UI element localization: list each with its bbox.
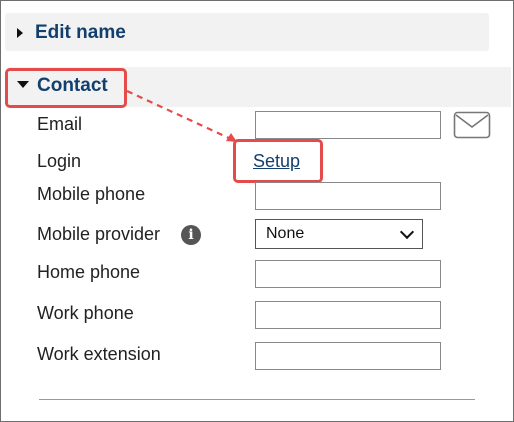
info-icon[interactable]: i (181, 225, 201, 245)
section-divider (39, 399, 475, 400)
mobile-provider-label: Mobile provider (37, 224, 161, 244)
mobile-phone-field[interactable] (255, 182, 441, 210)
work-extension-label: Work extension (37, 344, 161, 364)
mobile-phone-label: Mobile phone (37, 184, 146, 204)
chevron-down-icon (399, 224, 415, 240)
setup-highlight-box (233, 139, 323, 183)
login-label: Login (37, 151, 82, 171)
contact-panel: Edit name Contact Email Login Setup Mobi… (0, 0, 514, 422)
email-label: Email (37, 114, 83, 134)
edit-name-label: Edit name (35, 22, 126, 43)
edit-name-toggle[interactable]: Edit name (17, 22, 126, 44)
envelope-icon[interactable] (453, 111, 491, 139)
email-field[interactable] (255, 111, 441, 139)
mobile-provider-selected: None (266, 225, 305, 242)
work-phone-label: Work phone (37, 303, 134, 323)
expand-triangle-icon (17, 28, 23, 38)
home-phone-label: Home phone (37, 262, 141, 282)
work-phone-field[interactable] (255, 301, 441, 329)
contact-highlight-box (5, 68, 127, 108)
mobile-provider-select[interactable]: None (255, 219, 423, 249)
work-extension-field[interactable] (255, 342, 441, 370)
home-phone-field[interactable] (255, 260, 441, 288)
